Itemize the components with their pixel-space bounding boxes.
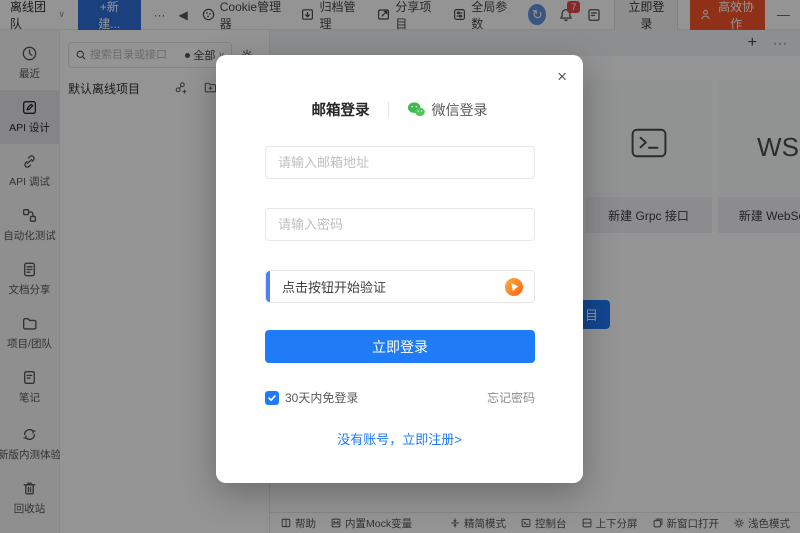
captcha-verify-icon bbox=[504, 277, 524, 297]
captcha-label: 点击按钮开始验证 bbox=[282, 277, 386, 296]
tab-wechat-label: 微信登录 bbox=[432, 100, 488, 120]
remember-checkbox[interactable] bbox=[265, 391, 279, 405]
captcha-button[interactable]: 点击按钮开始验证 bbox=[265, 270, 535, 303]
close-icon[interactable]: × bbox=[557, 68, 567, 85]
login-options: 30天内免登录 忘记密码 bbox=[265, 389, 535, 406]
register-link[interactable]: 没有账号，立即注册> bbox=[216, 429, 583, 448]
tab-email-login[interactable]: 邮箱登录 bbox=[312, 99, 370, 120]
remember-label: 30天内免登录 bbox=[285, 389, 358, 406]
wechat-icon bbox=[407, 101, 426, 118]
captcha-accent-bar bbox=[266, 271, 270, 302]
tab-wechat-login[interactable]: 微信登录 bbox=[407, 100, 488, 120]
tab-divider bbox=[388, 102, 389, 118]
forgot-password-link[interactable]: 忘记密码 bbox=[487, 389, 535, 406]
login-button[interactable]: 立即登录 bbox=[265, 330, 535, 363]
login-tabs: 邮箱登录 微信登录 bbox=[216, 99, 583, 120]
password-field[interactable] bbox=[265, 208, 535, 241]
login-modal: × 邮箱登录 微信登录 点击按钮开始验证 立即登录 30天内免登录 忘记密码 没… bbox=[216, 55, 583, 483]
email-field[interactable] bbox=[265, 146, 535, 179]
